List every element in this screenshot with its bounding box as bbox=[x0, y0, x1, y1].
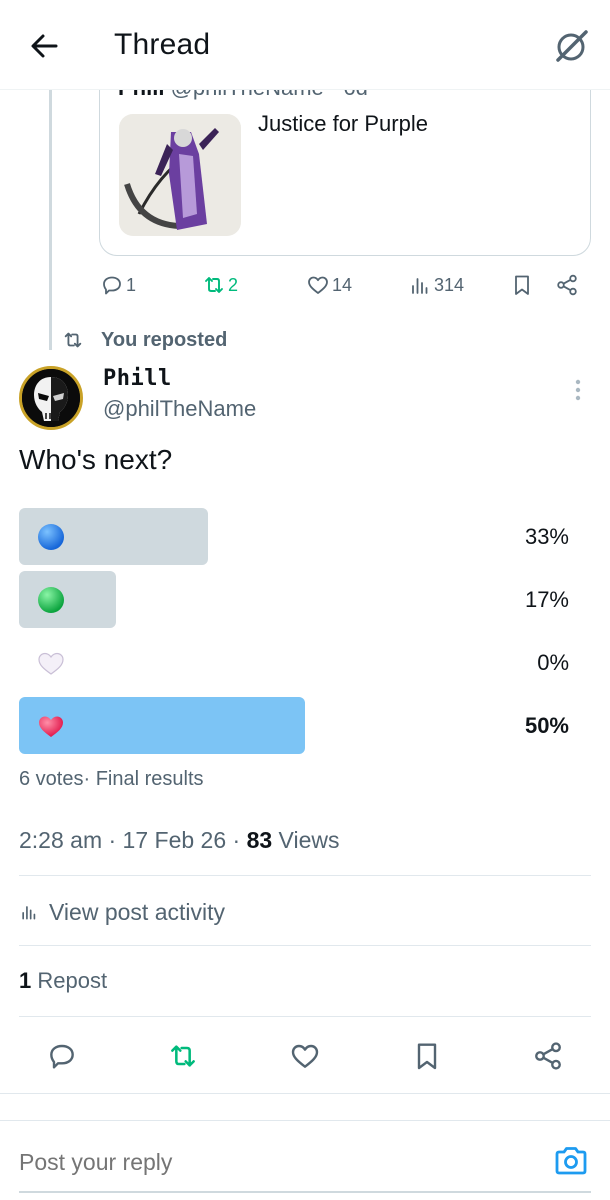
repost-icon bbox=[64, 332, 82, 348]
share-icon bbox=[535, 1042, 561, 1070]
skull-mask-avatar bbox=[22, 369, 80, 427]
more-vertical-icon bbox=[575, 379, 581, 401]
repost-icon bbox=[205, 277, 223, 293]
grok-button[interactable] bbox=[552, 26, 592, 66]
divider bbox=[19, 875, 591, 876]
view-post-activity-link[interactable]: View post activity bbox=[19, 896, 225, 928]
reposts-count-link[interactable]: 1 Repost bbox=[19, 968, 107, 994]
reply-input[interactable] bbox=[19, 1149, 315, 1176]
repost-icon bbox=[171, 1045, 195, 1067]
like-button[interactable]: 14 bbox=[306, 270, 352, 300]
author-handle[interactable]: @philTheName bbox=[103, 396, 256, 422]
avatar[interactable] bbox=[19, 366, 83, 430]
quoted-post-image[interactable] bbox=[119, 114, 241, 236]
heart-icon bbox=[308, 276, 328, 294]
white-heart-icon bbox=[38, 652, 64, 675]
divider bbox=[19, 945, 591, 946]
comment-icon bbox=[50, 1044, 74, 1069]
reply-button[interactable] bbox=[42, 1036, 82, 1076]
timestamp-text: 2:28 am · 17 Feb 26 · bbox=[19, 827, 247, 853]
comment-icon bbox=[103, 276, 121, 295]
like-count: 14 bbox=[332, 274, 353, 295]
reply-composer bbox=[0, 1120, 610, 1200]
analytics-icon bbox=[22, 906, 36, 920]
reply-button[interactable]: 1 bbox=[100, 270, 136, 300]
post-text: Who's next? bbox=[19, 444, 173, 475]
quoted-post-card[interactable]: Phill @philTheName · 6d Justice for Purp… bbox=[99, 72, 591, 256]
views-label: Views bbox=[272, 827, 340, 853]
divider bbox=[19, 1016, 591, 1017]
poll-percent: 0% bbox=[537, 650, 569, 675]
poll-option: 17% bbox=[19, 571, 591, 628]
poll-meta: 6 votes· Final results bbox=[19, 768, 204, 790]
post-actions bbox=[0, 1036, 610, 1076]
post-timestamp: 2:28 am · 17 Feb 26 · 83 Views bbox=[19, 827, 340, 854]
grok-icon bbox=[556, 30, 588, 62]
blue-circle-icon bbox=[38, 524, 64, 550]
camera-icon bbox=[555, 1147, 587, 1175]
poll-percent: 17% bbox=[524, 587, 569, 612]
camera-button[interactable] bbox=[553, 1143, 589, 1179]
analytics-icon bbox=[412, 278, 428, 294]
poll-option: 0% bbox=[19, 634, 591, 691]
repost-count: 1 bbox=[19, 968, 32, 993]
repost-indicator: You reposted bbox=[62, 326, 227, 354]
poll-percent: 50% bbox=[524, 713, 569, 738]
bookmark-icon bbox=[417, 1043, 437, 1070]
like-button[interactable] bbox=[285, 1036, 325, 1076]
green-circle-icon bbox=[38, 587, 64, 613]
arrow-left-icon bbox=[31, 34, 58, 58]
repost-button[interactable]: 2 bbox=[202, 270, 238, 300]
purple-character-illustration bbox=[119, 114, 241, 236]
repost-button[interactable] bbox=[163, 1036, 203, 1076]
reply-input-underline bbox=[19, 1191, 591, 1193]
activity-label: View post activity bbox=[49, 898, 225, 925]
red-heart-icon bbox=[39, 716, 63, 737]
repost-count: 2 bbox=[228, 274, 239, 295]
poll-option: 50% bbox=[19, 697, 591, 754]
top-bar: Thread bbox=[0, 0, 610, 90]
repost-count-label: Repost bbox=[31, 968, 108, 993]
repost-indicator-label: You reposted bbox=[101, 328, 228, 351]
view-count: 314 bbox=[434, 274, 465, 295]
more-options-button[interactable] bbox=[566, 376, 590, 404]
poll-bar bbox=[19, 571, 116, 628]
share-icon bbox=[557, 274, 577, 296]
quoted-post-actions: 1 2 14 314 bbox=[98, 270, 588, 300]
share-button[interactable] bbox=[528, 1036, 568, 1076]
views-button[interactable]: 314 bbox=[408, 270, 464, 300]
author-name[interactable]: Phill bbox=[103, 366, 172, 391]
quoted-post-text: Justice for Purple bbox=[258, 111, 428, 136]
bookmark-button[interactable] bbox=[510, 270, 534, 300]
reply-count: 1 bbox=[126, 274, 137, 295]
share-button[interactable] bbox=[555, 270, 579, 300]
bookmark-button[interactable] bbox=[407, 1036, 447, 1076]
divider bbox=[0, 1093, 610, 1094]
page-title: Thread bbox=[114, 28, 211, 61]
poll-percent: 33% bbox=[524, 524, 569, 549]
back-button[interactable] bbox=[26, 28, 62, 64]
heart-icon bbox=[291, 1044, 319, 1068]
views-count: 83 bbox=[246, 827, 273, 853]
poll-option: 33% bbox=[19, 508, 591, 565]
thread-connector-line bbox=[49, 90, 52, 350]
bookmark-icon bbox=[515, 275, 529, 295]
